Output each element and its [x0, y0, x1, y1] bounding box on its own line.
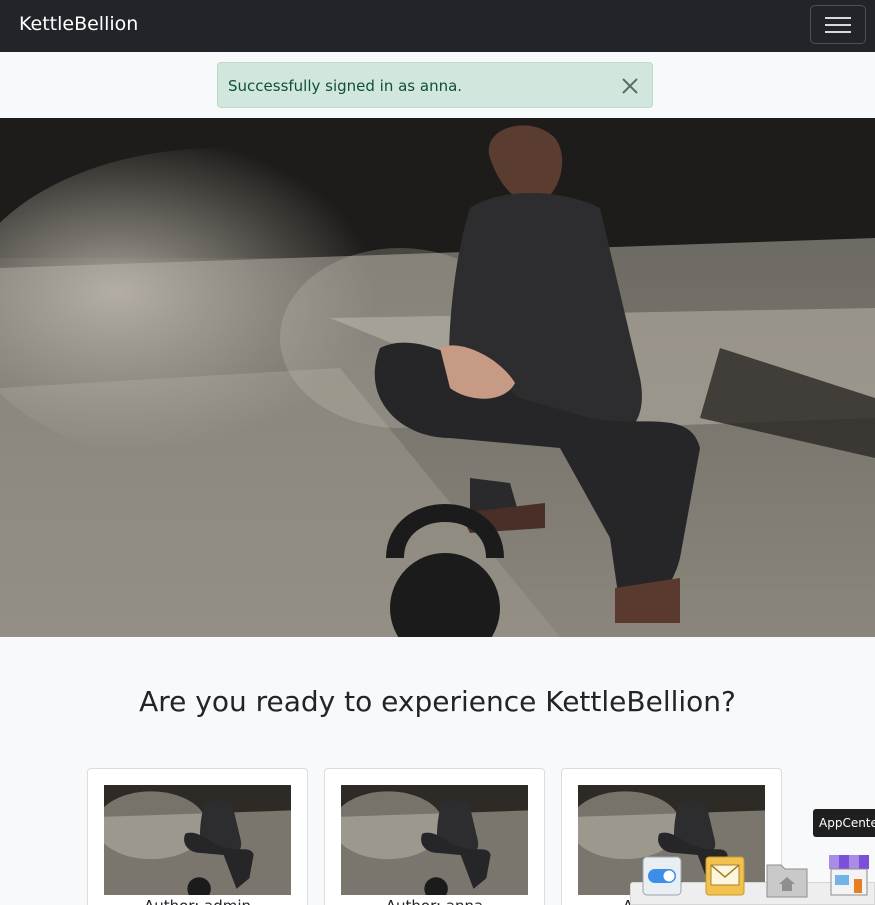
alert-message: Successfully signed in as anna.: [228, 77, 463, 95]
success-alert: Successfully signed in as anna.: [217, 62, 653, 108]
post-card[interactable]: Author: admin: [87, 768, 308, 905]
home-folder-icon[interactable]: [765, 857, 808, 899]
hero-image: [0, 118, 875, 637]
brand-link[interactable]: KettleBellion: [19, 11, 138, 37]
mail-icon[interactable]: [704, 855, 746, 897]
navbar: KettleBellion: [0, 0, 875, 52]
close-icon[interactable]: [616, 72, 644, 100]
card-author: Author: admin: [88, 896, 307, 905]
post-card[interactable]: Author: anna: [324, 768, 545, 905]
card-image[interactable]: [104, 785, 291, 895]
card-author: Author: anna: [325, 896, 544, 905]
appcenter-tooltip: AppCenter: [813, 809, 875, 837]
toggle-settings-icon[interactable]: [641, 855, 683, 897]
card-image[interactable]: [341, 785, 528, 895]
navbar-toggle-button[interactable]: [810, 5, 866, 44]
page-heading: Are you ready to experience KettleBellio…: [139, 685, 736, 718]
appcenter-store-icon[interactable]: [826, 853, 869, 896]
